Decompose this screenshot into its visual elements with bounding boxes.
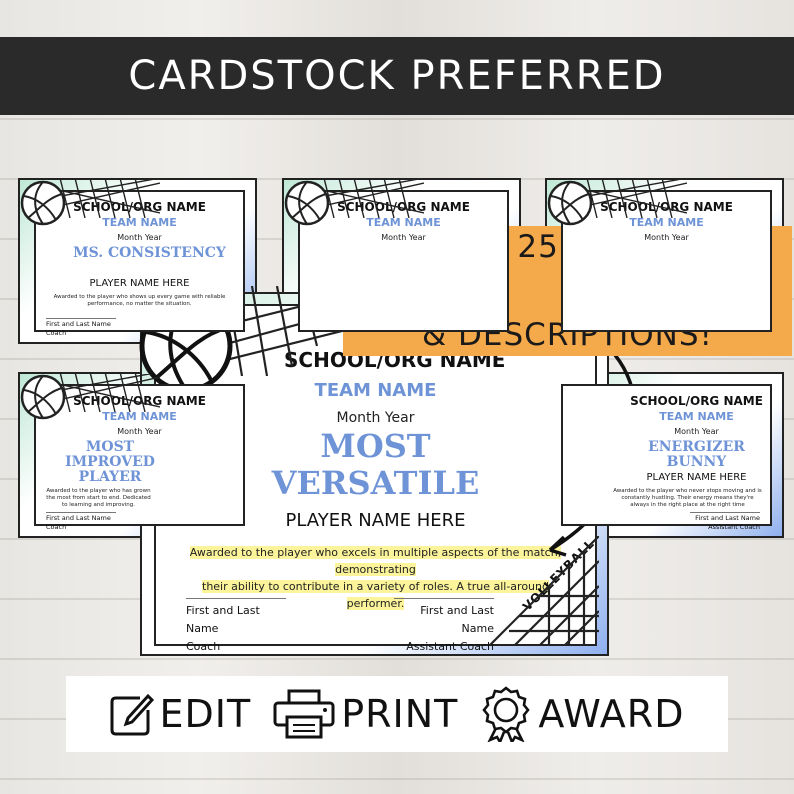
certificate-thumbnail: SCHOOL/ORG NAME TEAM NAME Month Year MS.… [18,178,257,344]
feature-award: AWARD [480,686,684,742]
month-year: Month Year [644,233,689,242]
team-name: TEAM NAME [659,410,734,423]
player-name: PLAYER NAME HERE [89,278,190,289]
signature-coach: First and Last Name Coach [46,512,116,532]
month-year: Month Year [381,233,426,242]
award-description: Awarded to the player who never stops mo… [613,488,762,508]
signature-coach: First and Last Name Coach [186,598,286,656]
month-year: Month Year [117,427,162,436]
award-description: Awarded to the player who has grown the … [46,488,151,508]
certificate-thumbnail: SCHOOL/ORG NAME TEAM NAME Month Year ENE… [545,372,784,538]
award-title: MS. CONSISTENCY [73,245,226,261]
features-bar: EDIT PRINT AWARD [66,676,728,752]
edit-icon [110,693,154,736]
signature-coach: First and Last Name Coach [46,318,116,338]
signature-assistant-coach: First and Last Name Assistant Coach [690,512,760,532]
signature-assistant-coach: First and Last Name Assistant Coach [394,598,494,656]
certificate-thumbnail: SCHOOL/ORG NAME TEAM NAME Month Year [282,178,521,344]
certificate-thumbnail: SCHOOL/ORG NAME TEAM NAME Month Year MOS… [18,372,257,538]
month-year: Month Year [117,233,162,242]
award-ribbon-icon [482,686,531,742]
feature-edit: EDIT [110,692,252,736]
player-name: PLAYER NAME HERE [646,472,747,483]
award-title: ENERGIZER BUNNY [648,439,745,470]
printer-icon [273,689,335,739]
volleyball-icon [20,180,66,226]
month-year: Month Year [674,427,719,436]
award-title: MOST IMPROVED PLAYER [65,439,155,485]
volleyball-icon [20,374,66,420]
header-bar: CARDSTOCK PREFERRED [0,37,794,115]
volleyball-icon [547,180,593,226]
certificate-thumbnail: SCHOOL/ORG NAME TEAM NAME Month Year [545,178,784,344]
certificate-frame: SCHOOL/ORG NAME TEAM NAME Month Year ENE… [561,384,772,531]
header-title: CARDSTOCK PREFERRED [128,53,666,99]
volleyball-icon [284,180,330,226]
award-description: Awarded to the player who shows up every… [53,294,226,307]
org-name: SCHOOL/ORG NAME [630,394,763,408]
feature-print: PRINT [273,689,458,739]
